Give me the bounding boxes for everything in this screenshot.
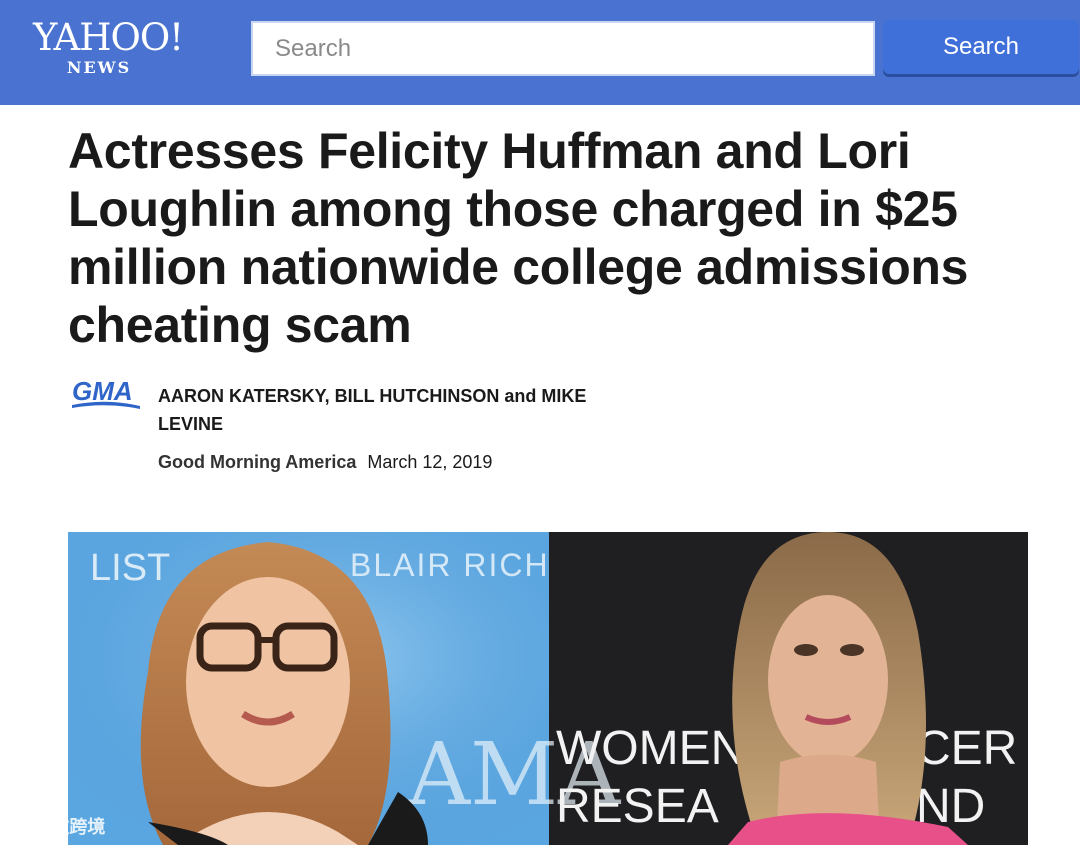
article-photo-image: LIST BLAIR RICH AMA WOMEN CER RESEA ND xyxy=(68,532,1028,845)
gma-logo-icon: GMA xyxy=(72,376,140,409)
gma-publisher-logo[interactable]: GMA xyxy=(70,376,142,412)
right-backdrop-text-2: CER xyxy=(916,722,1017,775)
article-date: March 12, 2019 xyxy=(367,452,493,472)
right-person-face xyxy=(768,595,888,765)
right-person-eye-left xyxy=(794,644,818,656)
watermark-text: 大数跨境 xyxy=(33,817,106,837)
gma-logo-text: GMA xyxy=(72,376,133,406)
article-source[interactable]: Good Morning America xyxy=(158,452,356,472)
article-authors: AARON KATERSKY, BILL HUTCHINSON and MIKE… xyxy=(158,386,587,434)
right-person-eye-right xyxy=(840,644,864,656)
article-headline: Actresses Felicity Huffman and Lori Loug… xyxy=(68,123,969,353)
watermark: ◌◌ 大数跨境 xyxy=(8,812,105,840)
watermark-icon: ◌◌ xyxy=(8,815,30,836)
left-backdrop-text-2: BLAIR RICH xyxy=(350,547,550,583)
yahoo-news-logo[interactable]: YAHOO! NEWS xyxy=(28,16,188,78)
search-input[interactable] xyxy=(251,21,875,76)
article-source-line: Good Morning America March 12, 2019 xyxy=(158,448,658,476)
top-navigation-bar: YAHOO! NEWS Search xyxy=(0,0,1080,105)
left-backdrop-text-1: LIST xyxy=(90,547,170,589)
search-button[interactable]: Search xyxy=(883,20,1079,74)
article-photo[interactable]: LIST BLAIR RICH AMA WOMEN CER RESEA ND xyxy=(68,532,1028,845)
logo-main-text: YAHOO! xyxy=(32,16,184,59)
logo-sub-text: NEWS xyxy=(66,58,132,77)
right-backdrop-text-1: WOMEN xyxy=(556,722,745,775)
right-backdrop-text-3: RESEA xyxy=(556,780,719,833)
left-person-face xyxy=(186,577,350,787)
